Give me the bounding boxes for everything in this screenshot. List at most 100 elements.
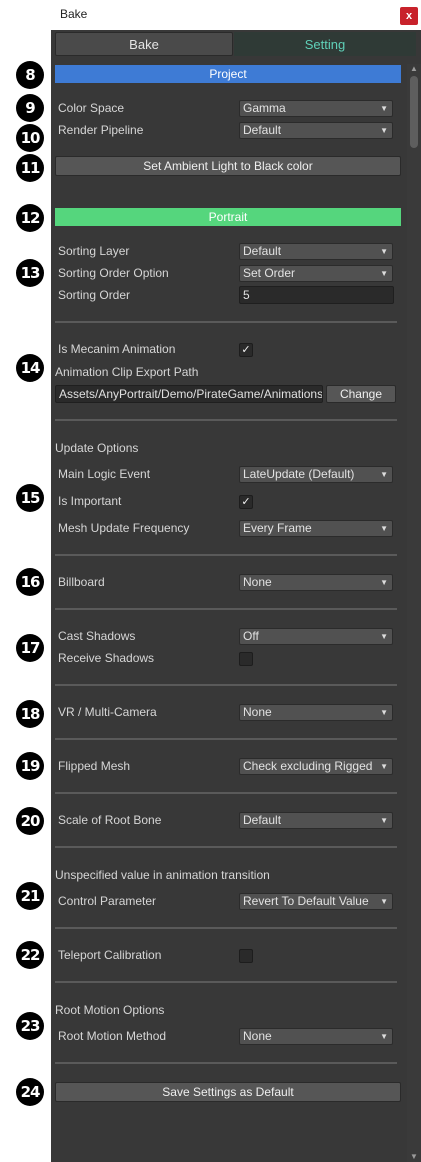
chevron-down-icon: ▼ xyxy=(380,632,388,641)
receive-shadows-checkbox[interactable] xyxy=(239,652,253,666)
sorting-order-option-value: Set Order xyxy=(243,266,296,280)
tab-setting[interactable]: Setting xyxy=(234,32,416,56)
chevron-down-icon: ▼ xyxy=(380,708,388,717)
chevron-down-icon: ▼ xyxy=(380,1032,388,1041)
divider xyxy=(55,792,397,794)
render-pipeline-label: Render Pipeline xyxy=(58,123,144,137)
teleport-checkbox[interactable] xyxy=(239,949,253,963)
portrait-header: Portrait xyxy=(55,208,401,226)
chevron-down-icon: ▼ xyxy=(380,762,388,771)
control-parameter-dropdown[interactable]: Revert To Default Value ▼ xyxy=(239,893,393,910)
chevron-down-icon: ▼ xyxy=(380,816,388,825)
root-bone-scale-value: Default xyxy=(243,813,282,827)
step-marker-23: 23 xyxy=(16,1012,44,1040)
flipped-mesh-dropdown[interactable]: Check excluding Rigged ▼ xyxy=(239,758,393,775)
main-logic-dropdown[interactable]: LateUpdate (Default) ▼ xyxy=(239,466,393,483)
step-marker-22: 22 xyxy=(16,941,44,969)
close-icon: x xyxy=(405,10,413,22)
flipped-mesh-label: Flipped Mesh xyxy=(58,759,131,773)
export-path-label: Animation Clip Export Path xyxy=(55,365,199,379)
mesh-update-label: Mesh Update Frequency xyxy=(58,521,190,535)
settings-panel: Bake Setting Project Color Space Gamma ▼ … xyxy=(51,30,421,1162)
save-settings-button[interactable]: Save Settings as Default xyxy=(55,1082,401,1102)
cast-shadows-value: Off xyxy=(243,629,259,643)
project-header: Project xyxy=(55,65,401,83)
step-marker-18: 18 xyxy=(16,700,44,728)
flipped-mesh-value: Check excluding Rigged xyxy=(243,759,373,773)
cast-shadows-label: Cast Shadows xyxy=(58,629,136,643)
control-parameter-label: Control Parameter xyxy=(58,894,157,908)
step-marker-17: 17 xyxy=(16,634,44,662)
render-pipeline-value: Default xyxy=(243,123,282,137)
color-space-dropdown[interactable]: Gamma ▼ xyxy=(239,100,393,117)
divider xyxy=(55,608,397,610)
billboard-label: Billboard xyxy=(58,575,105,589)
chevron-down-icon: ▼ xyxy=(380,126,388,135)
chevron-down-icon: ▼ xyxy=(380,247,388,256)
root-bone-scale-dropdown[interactable]: Default ▼ xyxy=(239,812,393,829)
scrollbar-thumb[interactable] xyxy=(410,76,418,148)
sorting-layer-label: Sorting Layer xyxy=(58,244,130,258)
close-button[interactable]: x xyxy=(400,7,418,25)
chevron-down-icon: ▼ xyxy=(380,470,388,479)
update-options-title: Update Options xyxy=(55,441,139,455)
divider xyxy=(55,1062,397,1064)
transition-title: Unspecified value in animation transitio… xyxy=(55,868,270,882)
divider xyxy=(55,684,397,686)
chevron-down-icon: ▼ xyxy=(380,104,388,113)
teleport-label: Teleport Calibration xyxy=(58,948,162,962)
set-ambient-light-button[interactable]: Set Ambient Light to Black color xyxy=(55,156,401,176)
divider xyxy=(55,554,397,556)
tab-bake[interactable]: Bake xyxy=(55,32,233,56)
divider xyxy=(55,321,397,323)
mecanim-checkbox[interactable]: ✓ xyxy=(239,343,253,357)
vr-value: None xyxy=(243,705,272,719)
chevron-down-icon: ▼ xyxy=(380,897,388,906)
billboard-value: None xyxy=(243,575,272,589)
root-bone-scale-label: Scale of Root Bone xyxy=(58,813,162,827)
receive-shadows-label: Receive Shadows xyxy=(58,651,155,665)
root-motion-method-dropdown[interactable]: None ▼ xyxy=(239,1028,393,1045)
sorting-layer-dropdown[interactable]: Default ▼ xyxy=(239,243,393,260)
divider xyxy=(55,738,397,740)
sorting-order-label: Sorting Order xyxy=(58,288,131,302)
window-titlebar: Bake x xyxy=(51,0,421,30)
sorting-order-option-label: Sorting Order Option xyxy=(58,266,169,280)
scroll-up-icon[interactable]: ▲ xyxy=(407,64,421,74)
render-pipeline-dropdown[interactable]: Default ▼ xyxy=(239,122,393,139)
step-marker-13: 13 xyxy=(16,259,44,287)
root-motion-method-label: Root Motion Method xyxy=(58,1029,167,1043)
main-logic-value: LateUpdate (Default) xyxy=(243,467,355,481)
step-marker-12: 12 xyxy=(16,204,44,232)
root-motion-method-value: None xyxy=(243,1029,272,1043)
divider xyxy=(55,927,397,929)
scroll-down-icon[interactable]: ▼ xyxy=(407,1152,421,1162)
mecanim-label: Is Mecanim Animation xyxy=(58,342,176,356)
change-path-button[interactable]: Change xyxy=(326,385,396,403)
sorting-order-option-dropdown[interactable]: Set Order ▼ xyxy=(239,265,393,282)
step-marker-9: 9 xyxy=(16,94,44,122)
vertical-scrollbar[interactable]: ▲ ▼ xyxy=(407,64,421,1162)
step-marker-8: 8 xyxy=(16,61,44,89)
root-motion-title: Root Motion Options xyxy=(55,1003,165,1017)
color-space-label: Color Space xyxy=(58,101,125,115)
mesh-update-dropdown[interactable]: Every Frame ▼ xyxy=(239,520,393,537)
chevron-down-icon: ▼ xyxy=(380,269,388,278)
step-marker-21: 21 xyxy=(16,882,44,910)
vr-label: VR / Multi-Camera xyxy=(58,705,157,719)
control-parameter-value: Revert To Default Value xyxy=(243,894,369,908)
window-title: Bake xyxy=(60,7,88,21)
is-important-checkbox[interactable]: ✓ xyxy=(239,495,253,509)
billboard-dropdown[interactable]: None ▼ xyxy=(239,574,393,591)
step-marker-24: 24 xyxy=(16,1078,44,1106)
step-marker-14: 14 xyxy=(16,354,44,382)
chevron-down-icon: ▼ xyxy=(380,524,388,533)
vr-dropdown[interactable]: None ▼ xyxy=(239,704,393,721)
cast-shadows-dropdown[interactable]: Off ▼ xyxy=(239,628,393,645)
sorting-order-field[interactable]: 5 xyxy=(239,286,394,304)
export-path-field[interactable]: Assets/AnyPortrait/Demo/PirateGame/Anima… xyxy=(55,385,323,403)
step-marker-19: 19 xyxy=(16,752,44,780)
step-marker-11: 11 xyxy=(16,154,44,182)
divider xyxy=(55,846,397,848)
step-marker-15: 15 xyxy=(16,484,44,512)
